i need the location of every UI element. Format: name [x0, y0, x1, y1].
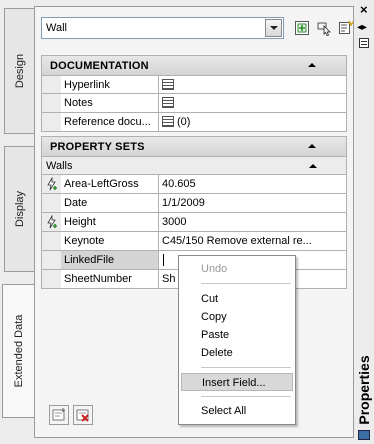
object-selector-bar: Wall — [41, 17, 354, 41]
chevron-down-icon[interactable] — [265, 19, 282, 37]
tab-display[interactable]: Display — [4, 146, 34, 272]
property-value[interactable]: 40.605 — [159, 175, 346, 193]
property-name: Notes — [61, 94, 159, 112]
row-gutter — [42, 94, 61, 112]
property-name: Area-LeftGross — [61, 175, 159, 193]
quick-select-button[interactable] — [336, 17, 356, 39]
row-gutter — [42, 175, 61, 193]
row-gutter — [42, 113, 61, 131]
tab-display-label: Display — [13, 190, 26, 228]
category-documentation-title: DOCUMENTATION — [50, 60, 149, 72]
row-gutter — [42, 213, 61, 231]
toggle-pickadd-button[interactable] — [292, 17, 312, 39]
remove-property-sets-button[interactable] — [73, 405, 93, 425]
tab-extended-data[interactable]: Extended Data — [2, 284, 35, 418]
property-value[interactable]: 3000 — [159, 213, 346, 231]
worksheet-icon[interactable] — [162, 116, 174, 127]
select-objects-icon — [317, 22, 331, 36]
menu-item-undo[interactable]: Undo — [181, 260, 293, 278]
property-row-keynote[interactable]: Keynote C45/150 Remove external re... — [41, 232, 347, 251]
collapse-icon[interactable] — [308, 144, 316, 148]
menu-item-cut[interactable]: Cut — [181, 290, 293, 308]
object-type-dropdown[interactable]: Wall — [41, 17, 284, 39]
auto-hide-icon[interactable]: ◂▸ — [357, 22, 367, 33]
row-gutter — [42, 270, 61, 288]
palette-title: Properties — [356, 355, 372, 425]
pickadd-icon — [295, 21, 309, 35]
menu-item-copy[interactable]: Copy — [181, 308, 293, 326]
add-property-set-icon — [52, 408, 65, 421]
property-name: Keynote — [61, 232, 159, 250]
property-name: Height — [61, 213, 159, 231]
category-property-sets[interactable]: PROPERTY SETS — [41, 136, 347, 156]
property-row-reference-documents[interactable]: Reference docu... (0) — [41, 113, 347, 132]
palette-title-bar: × ◂▸ Properties — [354, 0, 374, 444]
property-set-group[interactable]: Walls — [41, 156, 347, 175]
worksheet-icon[interactable] — [162, 97, 174, 108]
collapse-icon[interactable] — [308, 63, 316, 67]
row-gutter — [42, 232, 61, 250]
tab-design-label: Design — [13, 53, 26, 89]
select-objects-button[interactable] — [314, 17, 334, 39]
property-value[interactable]: (0) — [159, 113, 346, 131]
menu-separator — [201, 396, 291, 397]
palette-bottom-icon[interactable] — [358, 430, 370, 440]
property-grid: DOCUMENTATION Hyperlink Notes Reference — [41, 55, 347, 289]
properties-menu-icon[interactable] — [359, 38, 369, 48]
row-gutter — [42, 76, 61, 93]
property-value[interactable]: 1/1/2009 — [159, 194, 346, 212]
close-icon[interactable]: × — [360, 2, 368, 17]
category-property-sets-title: PROPERTY SETS — [50, 141, 145, 153]
menu-item-select-all[interactable]: Select All — [181, 402, 293, 420]
property-value[interactable]: C45/150 Remove external re... — [159, 232, 346, 250]
text-caret — [163, 254, 164, 266]
row-gutter — [42, 194, 61, 212]
add-property-sets-button[interactable] — [49, 405, 69, 425]
context-menu: Undo Cut Copy Paste Delete Insert Field.… — [178, 255, 296, 425]
tab-design[interactable]: Design — [4, 8, 34, 134]
property-row-date[interactable]: Date 1/1/2009 — [41, 194, 347, 213]
quick-select-icon — [339, 20, 354, 34]
object-type-value: Wall — [46, 22, 67, 34]
property-name: LinkedFile — [61, 251, 159, 269]
tab-extended-data-label: Extended Data — [13, 314, 25, 388]
menu-separator — [201, 283, 291, 284]
collapse-icon[interactable] — [309, 164, 317, 168]
reference-count: (0) — [177, 116, 191, 128]
property-name: Hyperlink — [61, 76, 159, 93]
menu-item-insert-field[interactable]: Insert Field... — [181, 373, 293, 391]
property-row-area-leftgross[interactable]: Area-LeftGross 40.605 — [41, 175, 347, 194]
properties-palette: Design Display Extended Data Wall DOCUME… — [0, 0, 374, 444]
category-documentation[interactable]: DOCUMENTATION — [41, 55, 347, 75]
remove-property-set-icon — [76, 409, 89, 422]
property-row-notes[interactable]: Notes — [41, 94, 347, 113]
menu-item-paste[interactable]: Paste — [181, 326, 293, 344]
property-set-group-label: Walls — [46, 160, 73, 172]
property-name: SheetNumber — [61, 270, 159, 288]
menu-separator — [201, 367, 291, 368]
palette-tab-strip: Design Display Extended Data — [0, 0, 35, 444]
property-name: Date — [61, 194, 159, 212]
property-name: Reference docu... — [61, 113, 159, 131]
property-row-hyperlink[interactable]: Hyperlink — [41, 75, 347, 94]
property-row-height[interactable]: Height 3000 — [41, 213, 347, 232]
menu-item-delete[interactable]: Delete — [181, 344, 293, 362]
automatic-property-icon — [46, 177, 57, 191]
property-value[interactable] — [159, 76, 346, 93]
automatic-property-icon — [46, 215, 57, 229]
property-value[interactable] — [159, 94, 346, 112]
row-gutter — [42, 251, 61, 269]
worksheet-icon[interactable] — [162, 79, 174, 90]
